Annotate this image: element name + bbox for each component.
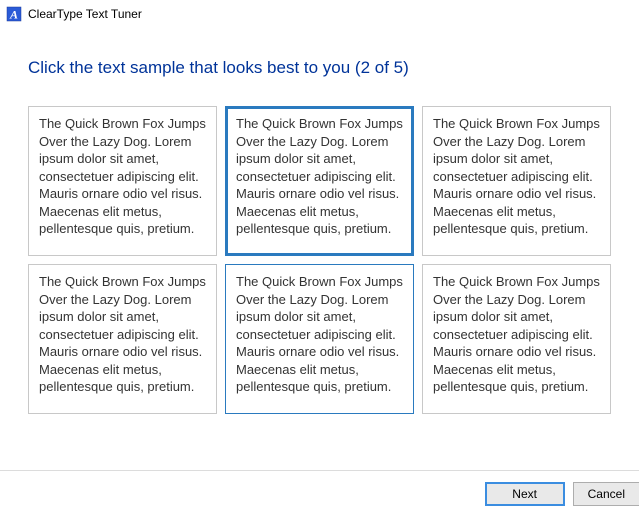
window-title: ClearType Text Tuner <box>28 7 142 21</box>
button-bar: Next Cancel <box>0 470 639 516</box>
text-sample-3[interactable]: The Quick Brown Fox Jumps Over the Lazy … <box>422 106 611 256</box>
content-area: Click the text sample that looks best to… <box>0 28 639 424</box>
text-sample-1[interactable]: The Quick Brown Fox Jumps Over the Lazy … <box>28 106 217 256</box>
text-sample-2[interactable]: The Quick Brown Fox Jumps Over the Lazy … <box>225 106 414 256</box>
app-icon: A <box>6 6 22 22</box>
text-sample-4[interactable]: The Quick Brown Fox Jumps Over the Lazy … <box>28 264 217 414</box>
title-bar: A ClearType Text Tuner <box>0 0 639 28</box>
page-heading: Click the text sample that looks best to… <box>28 58 611 78</box>
next-button[interactable]: Next <box>485 482 565 506</box>
text-sample-6[interactable]: The Quick Brown Fox Jumps Over the Lazy … <box>422 264 611 414</box>
svg-text:A: A <box>9 8 18 22</box>
cancel-button[interactable]: Cancel <box>573 482 639 506</box>
text-sample-5[interactable]: The Quick Brown Fox Jumps Over the Lazy … <box>225 264 414 414</box>
sample-grid: The Quick Brown Fox Jumps Over the Lazy … <box>28 106 611 414</box>
